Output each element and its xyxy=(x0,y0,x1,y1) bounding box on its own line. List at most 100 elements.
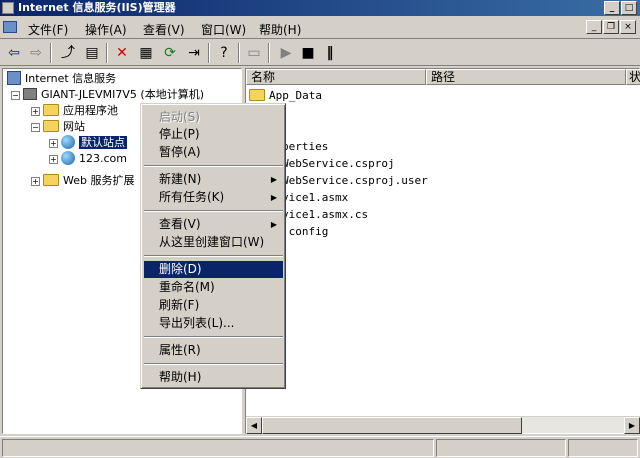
minimize-button[interactable]: _ xyxy=(604,1,620,15)
folder-icon xyxy=(43,174,59,186)
list-item[interactable]: WebService.csproj.user xyxy=(282,173,428,189)
back-icon[interactable]: ⇦ xyxy=(4,43,24,63)
list-item-name: .config xyxy=(282,225,329,238)
menu-item-pause[interactable]: 暂停(A) xyxy=(144,144,283,161)
list-item-name: vice1.asmx.cs xyxy=(282,208,369,221)
list-item[interactable]: perties xyxy=(282,139,328,155)
menu-item-all-tasks[interactable]: 所有任务(K) ▶ xyxy=(144,189,283,206)
list-item[interactable]: App_Data xyxy=(249,88,322,104)
menu-help[interactable]: 帮助(H) xyxy=(259,21,301,38)
properties-icon[interactable]: ▦ xyxy=(136,43,156,63)
expand-icon[interactable]: + xyxy=(31,176,40,186)
maximize-button[interactable]: □ xyxy=(621,1,637,15)
menu-view[interactable]: 查看(V) xyxy=(143,21,185,38)
show-tree-icon[interactable]: ▤ xyxy=(82,43,102,63)
status-panel xyxy=(436,439,566,457)
menu-separator xyxy=(144,165,283,167)
column-header-path[interactable]: 路径 xyxy=(426,69,626,85)
computer-icon[interactable]: ▭ xyxy=(244,43,264,63)
tree-item-root[interactable]: Internet 信息服务 xyxy=(7,71,116,87)
export-list-icon[interactable]: ⇥ xyxy=(184,43,204,63)
menu-item-export-list[interactable]: 导出列表(L)... xyxy=(144,315,283,332)
mdi-close-button[interactable]: × xyxy=(620,20,636,34)
tree-item-default-site[interactable]: + 默认站点 xyxy=(49,135,127,151)
website-globe-icon xyxy=(61,135,75,149)
menu-item-rename[interactable]: 重命名(M) xyxy=(144,279,283,296)
menu-item-refresh[interactable]: 刷新(F) xyxy=(144,297,283,314)
menu-item-label: 所有任务(K) xyxy=(159,190,225,204)
menu-item-label: 新建(N) xyxy=(159,172,202,186)
tree-item-computer[interactable]: − GIANT-JLEVMI7V5 (本地计算机) xyxy=(11,87,204,103)
menu-action[interactable]: 操作(A) xyxy=(85,21,127,38)
menu-separator xyxy=(144,363,283,365)
toolbar-separator xyxy=(268,43,270,63)
tree-item-label: Web 服务扩展 xyxy=(63,174,135,187)
list-item-name: App_Data xyxy=(269,89,322,102)
list-item-name: WebService.csproj xyxy=(282,157,395,170)
start-icon[interactable]: ▶ xyxy=(276,43,296,63)
menu-item-delete[interactable]: 删除(D) xyxy=(144,261,283,278)
menu-file[interactable]: 文件(F) xyxy=(28,21,68,38)
menu-item-stop[interactable]: 停止(P) xyxy=(144,126,283,143)
toolbar: ⇦ ⇨ ⤴ ▤ ✕ ▦ ⟳ ⇥ ? ▭ ▶ ■ ‖ xyxy=(0,40,640,66)
list-item[interactable]: vice1.asmx.cs xyxy=(282,207,368,223)
expand-icon[interactable]: + xyxy=(49,138,58,148)
toolbar-separator xyxy=(238,43,240,63)
menu-item-start[interactable]: 启动(S) xyxy=(144,109,283,126)
mdi-minimize-button[interactable]: _ xyxy=(586,20,602,34)
tree-item-label: 网站 xyxy=(63,120,85,133)
collapse-icon[interactable]: − xyxy=(11,90,20,100)
tree-item-label: 应用程序池 xyxy=(63,104,118,117)
list-header: 名称 路径 状 xyxy=(246,69,640,85)
expand-icon[interactable]: + xyxy=(49,154,58,164)
menu-item-new-window[interactable]: 从这里创建窗口(W) xyxy=(144,234,283,251)
scroll-right-icon[interactable]: ▶ xyxy=(624,417,640,434)
collapse-icon[interactable]: − xyxy=(31,122,40,132)
submenu-arrow-icon: ▶ xyxy=(270,175,277,184)
submenu-arrow-icon: ▶ xyxy=(270,193,277,202)
stop-icon[interactable]: ■ xyxy=(298,43,318,63)
website-globe-icon xyxy=(61,151,75,165)
column-header-status[interactable]: 状 xyxy=(626,69,640,85)
context-menu: 启动(S) 停止(P) 暂停(A) 新建(N) ▶ 所有任务(K) ▶ 查看(V) ▶… xyxy=(140,103,286,389)
menu-item-help[interactable]: 帮助(H) xyxy=(144,369,283,386)
refresh-icon[interactable]: ⟳ xyxy=(160,43,180,63)
folder-icon xyxy=(249,89,265,101)
status-panel xyxy=(2,439,434,457)
scrollbar-thumb[interactable] xyxy=(262,417,522,434)
iis-app-icon xyxy=(2,2,14,14)
tree-item-websites[interactable]: − 网站 xyxy=(31,119,85,135)
tree-item-app-pools[interactable]: + 应用程序池 xyxy=(31,103,118,119)
toolbar-separator xyxy=(50,43,52,63)
list-item-name: perties xyxy=(282,140,329,153)
menu-separator xyxy=(144,255,283,257)
list-item[interactable]: vice1.asmx xyxy=(282,190,348,206)
pause-icon[interactable]: ‖ xyxy=(320,43,340,63)
folder-icon xyxy=(43,104,59,116)
expand-icon[interactable]: + xyxy=(31,106,40,116)
title-bar: Internet 信息服务(IIS)管理器 _ □ xyxy=(0,0,640,16)
menu-item-properties[interactable]: 属性(R) xyxy=(144,342,283,359)
tree-item-123-com[interactable]: +123.com xyxy=(49,151,127,167)
list-item[interactable]: .config xyxy=(282,224,328,240)
folder-open-icon xyxy=(43,120,59,132)
delete-icon[interactable]: ✕ xyxy=(112,43,132,63)
help-icon[interactable]: ? xyxy=(214,43,234,63)
horizontal-scrollbar[interactable]: ◀ ▶ xyxy=(246,416,640,434)
status-panel xyxy=(568,439,638,457)
tree-item-label: Internet 信息服务 xyxy=(25,72,117,85)
window-title: Internet 信息服务(IIS)管理器 xyxy=(18,1,176,14)
forward-icon[interactable]: ⇨ xyxy=(26,43,46,63)
menu-item-new[interactable]: 新建(N) ▶ xyxy=(144,171,283,188)
list-item[interactable]: WebService.csproj xyxy=(282,156,395,172)
up-folder-icon[interactable]: ⤴ xyxy=(58,43,78,63)
list-item-name: WebService.csproj.user xyxy=(282,174,428,187)
menu-separator xyxy=(144,210,283,212)
tree-item-web-extensions[interactable]: + Web 服务扩展 xyxy=(31,173,134,189)
mdi-restore-button[interactable]: ❐ xyxy=(603,20,619,34)
scroll-left-icon[interactable]: ◀ xyxy=(246,417,262,434)
menu-window[interactable]: 窗口(W) xyxy=(201,21,246,38)
menu-item-view[interactable]: 查看(V) ▶ xyxy=(144,216,283,233)
status-bar xyxy=(0,436,640,458)
column-header-name[interactable]: 名称 xyxy=(246,69,426,85)
